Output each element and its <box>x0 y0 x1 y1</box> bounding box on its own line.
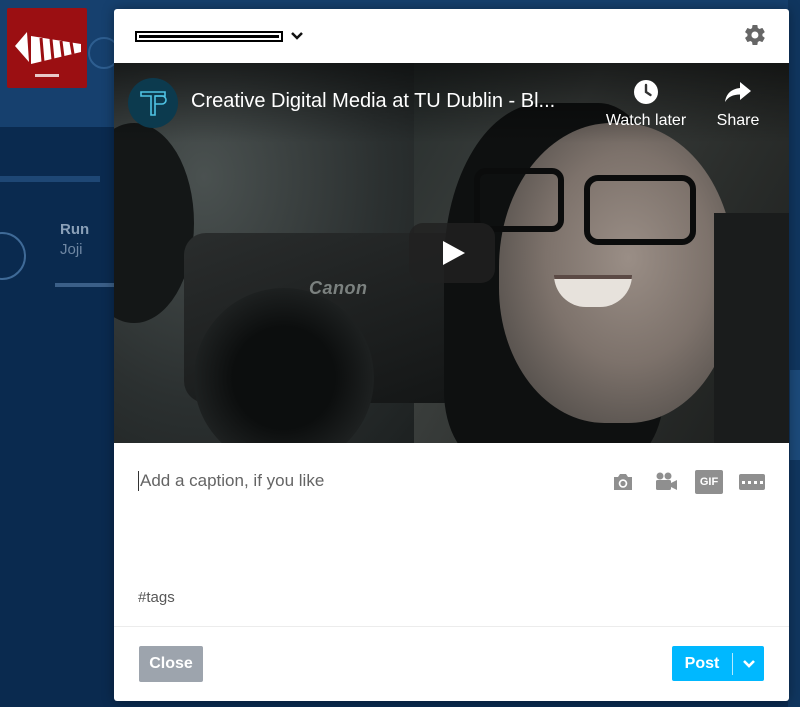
chevron-down-icon <box>742 659 755 668</box>
share-button[interactable]: Share <box>710 78 766 130</box>
video-frame-shadow <box>714 213 789 443</box>
camera-brand-text: Canon <box>309 278 368 298</box>
post-options-button[interactable] <box>733 646 764 681</box>
video-frame-glasses-left <box>474 168 564 232</box>
media-toolbar: GIF <box>609 470 766 494</box>
background-right-column <box>788 0 800 707</box>
background-scroll <box>790 370 800 460</box>
gif-label: GIF <box>695 470 723 494</box>
background-play-button <box>0 232 26 280</box>
modal-header <box>114 9 789 63</box>
camera-icon[interactable] <box>609 470 637 494</box>
play-icon[interactable] <box>409 223 495 283</box>
more-icon[interactable] <box>738 470 766 494</box>
close-button[interactable]: Close <box>139 646 203 682</box>
watch-later-button[interactable]: Watch later <box>601 78 691 130</box>
background-song: Run Joji <box>60 220 89 260</box>
watch-later-label: Watch later <box>605 112 687 129</box>
song-artist: Joji <box>60 241 83 258</box>
post-button[interactable]: Post <box>672 646 732 681</box>
chevron-down-icon <box>291 32 303 40</box>
post-modal: Canon Creative Digital Media at TU Dubli… <box>114 9 789 701</box>
blog-name-redacted <box>135 30 283 42</box>
share-icon <box>725 82 751 102</box>
tags-input[interactable]: #tags <box>138 589 175 606</box>
song-title: Run <box>60 221 90 238</box>
video-frame-glasses-right <box>584 175 696 245</box>
background-divider <box>0 168 114 188</box>
gif-icon[interactable]: GIF <box>695 470 723 494</box>
tu-dublin-logo-icon <box>140 91 167 116</box>
post-button-group: Post <box>672 646 764 681</box>
gear-icon[interactable] <box>743 23 767 47</box>
video-embed[interactable]: Canon Creative Digital Media at TU Dubli… <box>114 63 789 443</box>
channel-avatar[interactable] <box>128 78 178 128</box>
background-progress <box>55 283 115 287</box>
blog-selector[interactable] <box>135 28 305 44</box>
more-dots <box>739 474 765 490</box>
modal-footer: Close Post <box>114 626 789 701</box>
caption-input[interactable]: Add a caption, if you like <box>138 471 324 491</box>
share-label: Share <box>716 112 760 129</box>
blog-avatar <box>7 8 87 88</box>
clock-icon <box>634 80 658 104</box>
video-camera-icon[interactable] <box>652 470 680 494</box>
video-title[interactable]: Creative Digital Media at TU Dublin - Bl… <box>191 90 601 113</box>
